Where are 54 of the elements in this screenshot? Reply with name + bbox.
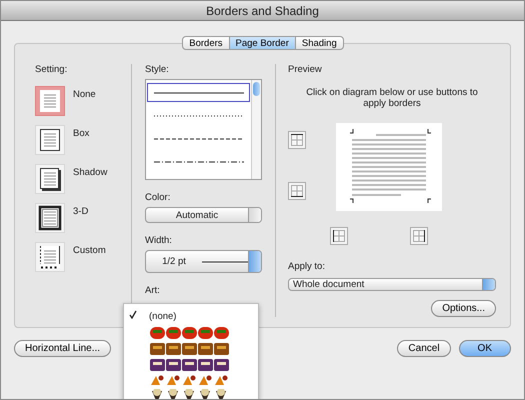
width-dropdown[interactable]: 1/2 pt xyxy=(145,250,262,273)
bottom-border-button[interactable] xyxy=(288,182,306,200)
art-option[interactable]: (none) xyxy=(124,308,258,324)
color-dropdown[interactable]: Automatic xyxy=(145,207,262,223)
stepper-icon xyxy=(248,208,261,222)
setting-label: Setting: xyxy=(35,64,68,75)
bottom-border-icon xyxy=(290,184,304,198)
page-icon xyxy=(38,127,62,153)
art-label: Art: xyxy=(145,285,161,296)
line-style-option[interactable] xyxy=(147,83,250,102)
horizontal-line-button[interactable]: Horizontal Line... xyxy=(14,340,112,357)
page-icon xyxy=(38,88,62,114)
apply-to-label: Apply to: xyxy=(288,261,326,272)
top-border-icon xyxy=(290,133,304,147)
instruction-text: Click on diagram below or use buttons to apply borders xyxy=(305,87,479,109)
page-icon xyxy=(38,244,62,270)
stepper-icon xyxy=(482,279,495,290)
window-title: Borders and Shading xyxy=(206,4,319,18)
tab[interactable]: Shading xyxy=(294,36,344,50)
page-icon xyxy=(38,166,62,192)
setting-option[interactable] xyxy=(35,125,65,155)
cancel-button[interactable]: Cancel xyxy=(397,340,451,357)
tab[interactable]: Borders xyxy=(182,36,230,50)
tab[interactable]: Page Border xyxy=(228,36,296,50)
style-list[interactable] xyxy=(145,79,262,180)
top-border-button[interactable] xyxy=(288,131,306,149)
style-label: Style: xyxy=(145,64,170,75)
setting-option[interactable] xyxy=(35,164,65,194)
preview-label: Preview xyxy=(288,64,323,75)
checkmark-icon xyxy=(129,310,137,319)
setting-label: 3-D xyxy=(73,205,88,219)
left-border-icon xyxy=(332,229,346,243)
options-button[interactable]: Options... xyxy=(431,300,496,317)
right-border-icon xyxy=(412,229,426,243)
setting-label: Custom xyxy=(73,244,106,258)
setting-option[interactable] xyxy=(35,242,65,272)
setting-label: None xyxy=(73,88,96,102)
color-label: Color: xyxy=(145,192,172,203)
right-border-button[interactable] xyxy=(410,227,428,245)
ok-button[interactable]: OK xyxy=(458,340,511,357)
left-border-button[interactable] xyxy=(330,227,348,245)
setting-label: Box xyxy=(73,127,90,141)
page-icon xyxy=(38,205,62,231)
line-sample-icon xyxy=(202,260,248,264)
stepper-icon xyxy=(248,251,261,272)
scrollbar[interactable] xyxy=(251,80,261,179)
width-label: Width: xyxy=(145,235,173,246)
setting-option[interactable] xyxy=(35,203,65,233)
apply-to-dropdown[interactable]: Whole document xyxy=(288,278,496,291)
line-style-icon xyxy=(154,114,244,118)
line-style-icon xyxy=(154,160,244,164)
line-style-icon xyxy=(154,90,244,94)
setting-label: Shadow xyxy=(73,166,108,180)
line-style-icon xyxy=(154,136,244,140)
